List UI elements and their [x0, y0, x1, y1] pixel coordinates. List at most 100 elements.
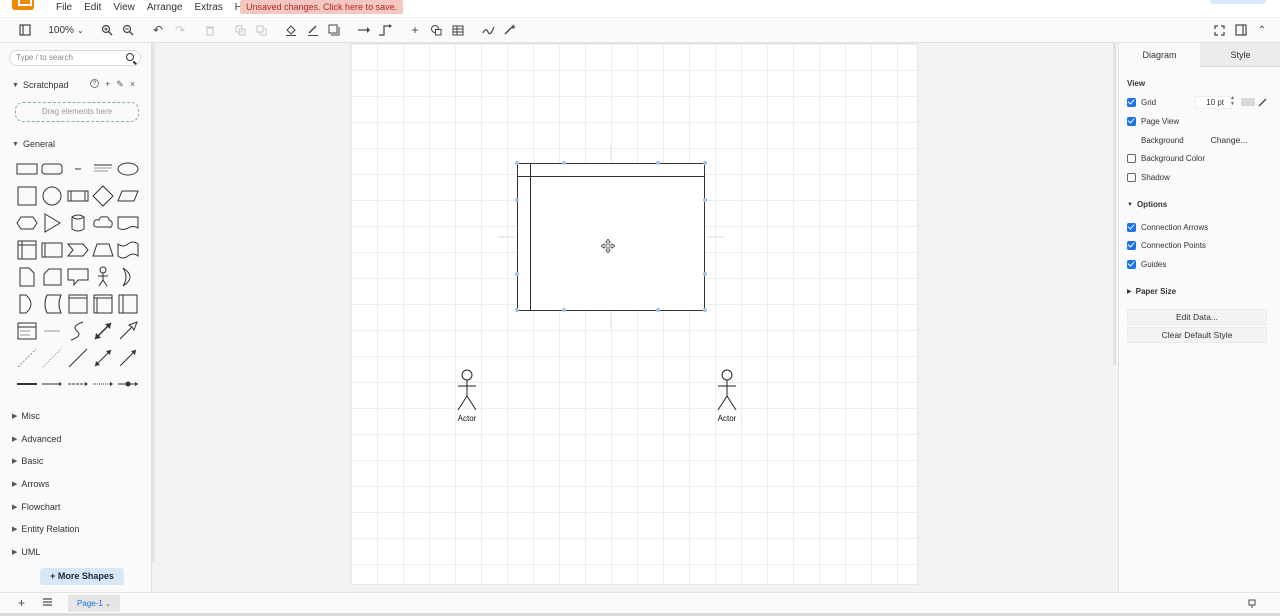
- add-icon[interactable]: +: [105, 79, 110, 90]
- magic-wand-icon[interactable]: [501, 21, 517, 39]
- connection-points-checkbox[interactable]: [1127, 241, 1136, 250]
- bidirectional-connector-shape-icon[interactable]: [92, 347, 114, 369]
- zoom-out-icon[interactable]: [120, 21, 136, 39]
- hexagon-shape-icon[interactable]: [16, 212, 38, 234]
- tape-shape-icon[interactable]: [117, 239, 139, 261]
- page-tab[interactable]: Page-1 ⌄: [68, 595, 120, 612]
- close-icon[interactable]: ×: [130, 79, 135, 90]
- tab-diagram[interactable]: Diagram: [1119, 43, 1200, 67]
- dashed-arrow-shape-icon[interactable]: [67, 373, 89, 395]
- resize-handle[interactable]: [703, 308, 707, 312]
- shapes-icon[interactable]: [428, 21, 444, 39]
- cloud-shape-icon[interactable]: [92, 212, 114, 234]
- feedback-icon[interactable]: [1248, 598, 1256, 608]
- fullscreen-icon[interactable]: [1211, 21, 1227, 39]
- step-shape-icon[interactable]: [66, 239, 89, 261]
- section-flowchart[interactable]: ▶ Flowchart: [12, 502, 60, 512]
- menu-view[interactable]: View: [107, 1, 141, 15]
- pencil-icon[interactable]: [1258, 96, 1268, 107]
- trapezoid-shape-icon[interactable]: [92, 239, 114, 261]
- grid-size-input[interactable]: 10 pt: [1195, 96, 1231, 109]
- general-header[interactable]: ▼ General: [12, 139, 55, 149]
- section-misc[interactable]: ▶ Misc: [12, 411, 40, 421]
- card-shape-icon[interactable]: [41, 266, 63, 288]
- rounded-rectangle-shape-icon[interactable]: [41, 158, 63, 180]
- share-button[interactable]: [1210, 0, 1266, 4]
- selected-table-shape[interactable]: [517, 163, 705, 311]
- pages-menu-icon[interactable]: [42, 596, 53, 610]
- section-basic[interactable]: ▶ Basic: [12, 456, 43, 466]
- callout-shape-icon[interactable]: [67, 266, 89, 288]
- zoom-in-icon[interactable]: [99, 21, 115, 39]
- resize-handle[interactable]: [562, 161, 566, 165]
- horizontal-line-shape-icon[interactable]: [41, 320, 63, 342]
- table-icon[interactable]: [450, 21, 466, 39]
- shadow-icon[interactable]: [326, 21, 342, 39]
- resize-handle[interactable]: [703, 198, 707, 202]
- section-arrows[interactable]: ▶ Arrows: [12, 479, 49, 489]
- diagram-page[interactable]: [350, 43, 918, 585]
- connection-arrow-icon[interactable]: [356, 21, 372, 39]
- line-shape-icon[interactable]: [67, 347, 89, 369]
- background-color-checkbox[interactable]: [1127, 154, 1136, 163]
- menu-file[interactable]: File: [50, 1, 78, 15]
- triangle-shape-icon[interactable]: [41, 212, 63, 234]
- move-icon[interactable]: [600, 238, 616, 254]
- resize-handle[interactable]: [656, 308, 660, 312]
- note-shape-icon[interactable]: [16, 266, 38, 288]
- search-icon[interactable]: [126, 53, 134, 61]
- connection-arrows-checkbox[interactable]: [1127, 223, 1136, 232]
- bidirectional-arrow-shape-icon[interactable]: [92, 320, 114, 342]
- circle-shape-icon[interactable]: [41, 185, 63, 207]
- add-page-icon[interactable]: +: [18, 596, 25, 610]
- to-front-icon[interactable]: [232, 21, 248, 39]
- delay-shape-icon[interactable]: [16, 293, 38, 315]
- diamond-shape-icon[interactable]: [92, 185, 114, 207]
- to-back-icon[interactable]: [253, 21, 269, 39]
- paper-size-heading[interactable]: ▶ Paper Size: [1127, 287, 1176, 296]
- zoom-select[interactable]: 100% ⌄: [48, 21, 84, 39]
- internal-storage-shape-icon[interactable]: [16, 239, 38, 261]
- canvas-scrollbar[interactable]: [1113, 43, 1116, 365]
- directional-connector-shape-icon[interactable]: [117, 347, 139, 369]
- help-icon[interactable]: ?: [90, 79, 99, 88]
- menu-arrange[interactable]: Arrange: [141, 1, 189, 15]
- text-shape-icon[interactable]: [67, 158, 89, 180]
- scratchpad-dropzone[interactable]: Drag elements here: [15, 102, 139, 122]
- data-storage-shape-icon[interactable]: [41, 293, 63, 315]
- cylinder-shape-icon[interactable]: [67, 212, 89, 234]
- line-color-icon[interactable]: [305, 21, 321, 39]
- grid-size-stepper[interactable]: ▲ ▼: [1230, 95, 1235, 107]
- document-shape-icon[interactable]: [117, 212, 139, 234]
- list-shape-icon[interactable]: [16, 320, 38, 342]
- association-shape-icon[interactable]: [117, 373, 139, 395]
- frame-shape-icon[interactable]: [92, 293, 114, 315]
- clear-default-style-button[interactable]: Clear Default Style: [1127, 327, 1267, 343]
- parallelogram-shape-icon[interactable]: [117, 185, 139, 207]
- rectangle-shape-icon[interactable]: [16, 158, 38, 180]
- insert-icon[interactable]: +: [407, 21, 423, 39]
- undo-icon[interactable]: ↶: [150, 21, 166, 39]
- redo-icon[interactable]: ↷: [172, 21, 188, 39]
- resize-handle[interactable]: [515, 272, 519, 276]
- section-entity-relation[interactable]: ▶ Entity Relation: [12, 524, 79, 534]
- guides-checkbox[interactable]: [1127, 260, 1136, 269]
- textbox-shape-icon[interactable]: [92, 158, 114, 180]
- fill-color-icon[interactable]: [283, 21, 299, 39]
- more-shapes-button[interactable]: + More Shapes: [40, 568, 124, 585]
- delete-icon[interactable]: [202, 21, 218, 39]
- waypoints-icon[interactable]: [377, 21, 393, 39]
- swimlane-shape-icon[interactable]: [117, 293, 139, 315]
- tab-style[interactable]: Style: [1200, 43, 1280, 67]
- format-panel-toggle-icon[interactable]: [17, 21, 33, 39]
- actor-shape-icon[interactable]: [92, 266, 114, 288]
- arrow-shape-icon[interactable]: [117, 320, 139, 342]
- section-advanced[interactable]: ▶ Advanced: [12, 434, 61, 444]
- background-change-button[interactable]: Change...: [1195, 133, 1263, 147]
- shadow-checkbox[interactable]: [1127, 173, 1136, 182]
- dotted-arrow-shape-icon[interactable]: [92, 373, 114, 395]
- resize-handle[interactable]: [515, 198, 519, 202]
- resize-handle[interactable]: [515, 161, 519, 165]
- square-shape-icon[interactable]: [16, 185, 38, 207]
- link-arrow-shape-icon[interactable]: [41, 373, 63, 395]
